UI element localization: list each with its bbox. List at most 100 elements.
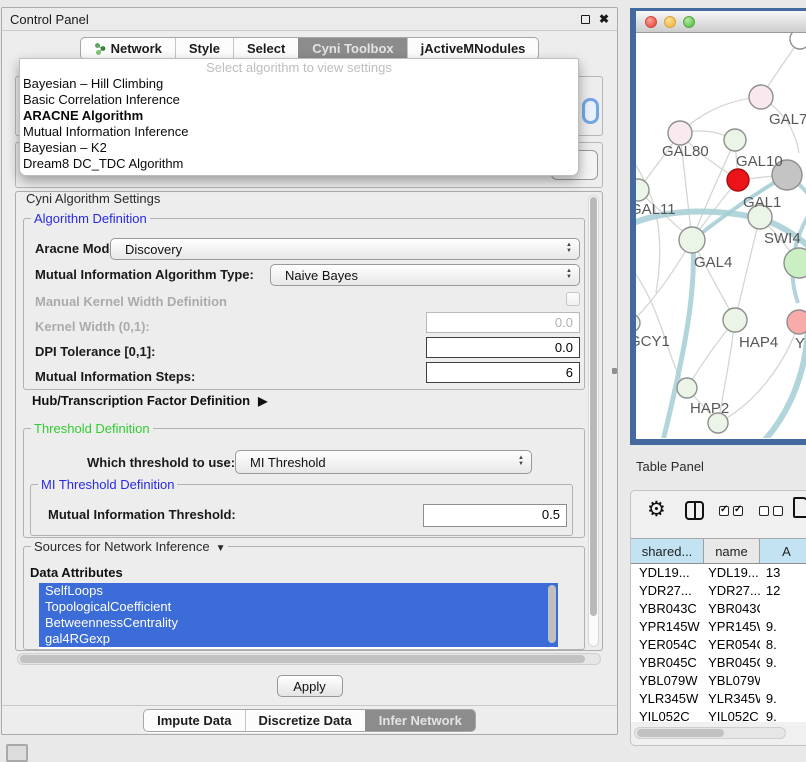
table-row[interactable]: YBR043CYBR043C xyxy=(631,600,806,618)
columns-icon[interactable] xyxy=(685,501,704,520)
attribute-item-gal4rgexp[interactable]: gal4RGexp xyxy=(39,631,558,647)
network-window-titlebar[interactable] xyxy=(636,11,806,33)
float-window-icon[interactable] xyxy=(581,15,590,24)
table-row[interactable]: YPR145WYPR145W9. xyxy=(631,618,806,636)
list-scrollbar-thumb[interactable] xyxy=(548,585,556,643)
network-node-gal1[interactable] xyxy=(727,169,749,191)
table-cell[interactable]: YPR145W xyxy=(704,618,760,636)
table-cell[interactable]: YBR045C xyxy=(631,654,704,672)
settings-horizontal-scrollbar[interactable] xyxy=(17,653,601,665)
dpi-tolerance-input[interactable]: 0.0 xyxy=(426,337,580,358)
mi-steps-input[interactable]: 6 xyxy=(426,362,580,383)
collapse-down-icon[interactable]: ▼ xyxy=(216,543,226,554)
network-node-hap2[interactable] xyxy=(677,378,697,398)
settings-vertical-scrollbar[interactable] xyxy=(588,195,599,647)
table-cell[interactable]: 9. xyxy=(760,618,806,636)
table-cell[interactable]: 9. xyxy=(760,690,806,708)
table-cell[interactable]: YER054C xyxy=(631,636,704,654)
algorithm-option-mutual-information-inference[interactable]: Mutual Information Inference xyxy=(20,124,578,140)
attribute-item-betweennesscentrality[interactable]: BetweennessCentrality xyxy=(39,615,558,631)
select-all-columns-icon[interactable] xyxy=(719,506,743,516)
table-cell[interactable]: YDL19... xyxy=(704,564,760,582)
network-node[interactable] xyxy=(790,33,806,49)
column-header-name[interactable]: name xyxy=(704,539,760,563)
split-resize-handle[interactable] xyxy=(612,368,617,374)
settings-horizontal-scrollbar-thumb[interactable] xyxy=(20,655,585,663)
data-attributes-list[interactable]: SelfLoopsTopologicalCoefficientBetweenne… xyxy=(39,583,558,649)
kernel-width-input[interactable]: 0.0 xyxy=(426,312,580,333)
table-cell[interactable]: YER054C xyxy=(704,636,760,654)
tab-impute-data[interactable]: Impute Data xyxy=(144,710,244,731)
network-node-gal7[interactable] xyxy=(749,85,773,109)
algorithm-combobox-fragment[interactable] xyxy=(582,98,599,124)
mi-algorithm-type-select[interactable]: Naive Bayes ▲▼ xyxy=(270,264,580,286)
network-node-gal4[interactable] xyxy=(679,227,705,253)
table-cell[interactable]: YDL19... xyxy=(631,564,704,582)
network-node-hap4[interactable] xyxy=(723,308,747,332)
algorithm-option-dream8-dc-tdc-algorithm[interactable]: Dream8 DC_TDC Algorithm xyxy=(20,156,578,172)
mi-threshold-input[interactable]: 0.5 xyxy=(423,504,567,527)
tab-cyni-toolbox[interactable]: Cyni Toolbox xyxy=(298,38,406,59)
table-cell[interactable]: 9. xyxy=(760,708,806,722)
attribute-item-selfloops[interactable]: SelfLoops xyxy=(39,583,558,599)
network-node-gal80[interactable] xyxy=(668,121,692,145)
which-threshold-select[interactable]: MI Threshold ▲▼ xyxy=(235,450,532,474)
deselect-all-columns-icon[interactable] xyxy=(759,506,783,516)
algorithm-option-bayesian-hill-climbing[interactable]: Bayesian – Hill Climbing xyxy=(20,76,578,92)
table-cell[interactable] xyxy=(760,600,806,618)
table-cell[interactable]: YLR345W xyxy=(704,690,760,708)
close-icon[interactable]: ✖ xyxy=(599,13,609,25)
table-cell[interactable] xyxy=(760,672,806,690)
network-node-gal10[interactable] xyxy=(724,129,746,151)
minimized-panel-icon[interactable] xyxy=(6,744,28,762)
table-cell[interactable]: 9. xyxy=(760,654,806,672)
apply-button[interactable]: Apply xyxy=(277,675,343,697)
aracne-mode-select[interactable]: Discovery ▲▼ xyxy=(110,238,580,260)
table-cell[interactable]: YBL079W xyxy=(631,672,704,690)
table-horizontal-scrollbar-thumb[interactable] xyxy=(637,729,724,737)
table-cell[interactable]: YDR27... xyxy=(631,582,704,600)
table-cell[interactable]: YIL052C xyxy=(704,708,760,722)
close-traffic-light-icon[interactable] xyxy=(645,16,657,28)
table-cell[interactable]: YBR045C xyxy=(704,654,760,672)
table-cell[interactable]: YPR145W xyxy=(631,618,704,636)
table-cell[interactable]: YDR27... xyxy=(704,582,760,600)
minimize-traffic-light-icon[interactable] xyxy=(664,16,676,28)
table-cell[interactable]: 13 xyxy=(760,564,806,582)
table-cell[interactable]: 8. xyxy=(760,636,806,654)
table-row[interactable]: YER054CYER054C8. xyxy=(631,636,806,654)
manual-kernel-width-checkbox[interactable] xyxy=(566,292,580,306)
tab-select[interactable]: Select xyxy=(233,38,298,59)
attribute-item-topologicalcoefficient[interactable]: TopologicalCoefficient xyxy=(39,599,558,615)
table-row[interactable]: YBR045CYBR045C9. xyxy=(631,654,806,672)
table-cell[interactable]: YIL052C xyxy=(631,708,704,722)
gear-icon[interactable]: ⚙ xyxy=(647,498,666,522)
table-cell[interactable]: YLR345W xyxy=(631,690,704,708)
table-cell[interactable]: YBR043C xyxy=(704,600,760,618)
table-row[interactable]: YDL19...YDL19...13 xyxy=(631,564,806,582)
table-row[interactable]: YBL079WYBL079W xyxy=(631,672,806,690)
algorithm-option-basic-correlation-inference[interactable]: Basic Correlation Inference xyxy=(20,92,578,108)
table-row[interactable]: YIL052CYIL052C9. xyxy=(631,708,806,722)
table-horizontal-scrollbar[interactable] xyxy=(634,727,786,739)
network-node[interactable] xyxy=(784,248,806,278)
table-row[interactable]: YDR27...YDR27...12 xyxy=(631,582,806,600)
zoom-traffic-light-icon[interactable] xyxy=(683,16,695,28)
column-header-shared[interactable]: shared... xyxy=(631,539,704,563)
table-cell[interactable]: YBR043C xyxy=(631,600,704,618)
settings-vertical-scrollbar-thumb[interactable] xyxy=(590,197,597,616)
network-node-gal11[interactable] xyxy=(636,179,649,201)
tab-jactivemnodules[interactable]: jActiveMNodules xyxy=(407,38,539,59)
algorithm-option-bayesian-k2[interactable]: Bayesian – K2 xyxy=(20,140,578,156)
algorithm-option-aracne-algorithm[interactable]: ARACNE Algorithm xyxy=(20,108,578,124)
column-header-a[interactable]: A xyxy=(760,539,806,563)
network-canvas[interactable]: GAL7GAL80GAL10GAL1GAL11SWI4GAL4GCY1HAP4Y… xyxy=(636,33,806,438)
tab-network[interactable]: Network xyxy=(81,38,175,59)
network-node-y[interactable] xyxy=(787,310,806,334)
network-node-gcy1[interactable] xyxy=(636,314,640,332)
table-cell[interactable]: YBL079W xyxy=(704,672,760,690)
table-cell[interactable]: 12 xyxy=(760,582,806,600)
tab-style[interactable]: Style xyxy=(175,38,233,59)
tab-discretize-data[interactable]: Discretize Data xyxy=(245,710,365,731)
tab-infer-network[interactable]: Infer Network xyxy=(365,710,475,731)
